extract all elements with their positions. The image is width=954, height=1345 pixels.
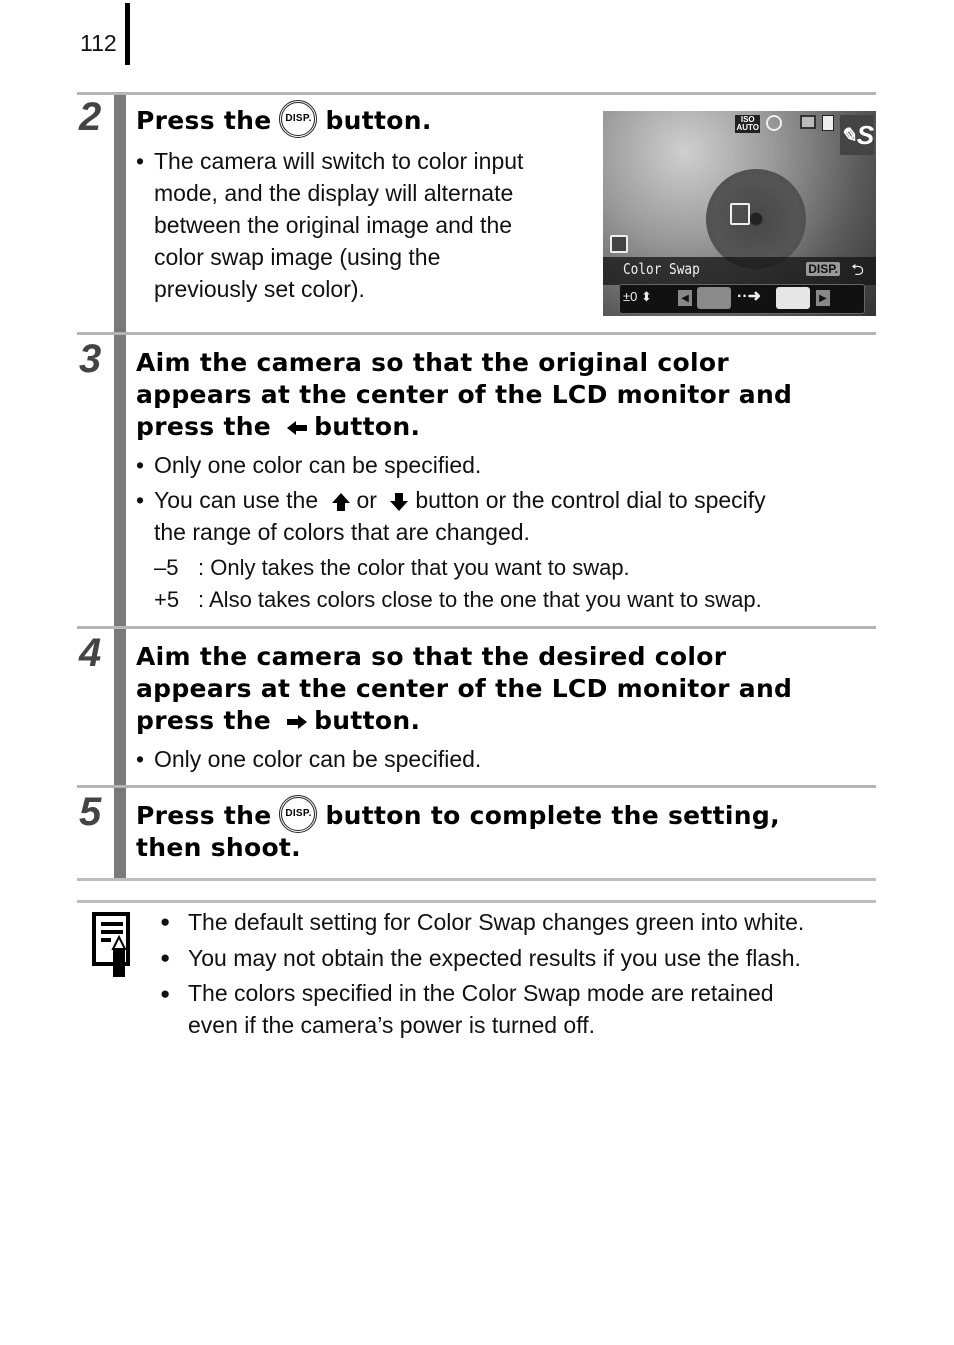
bullet-item: Only one color can be specified. bbox=[136, 449, 876, 481]
color-swap-label: Color Swap bbox=[623, 260, 700, 278]
bullet-line: previously set color). bbox=[154, 276, 365, 302]
range-item-minus: –5: Only takes the color that you want t… bbox=[154, 555, 630, 580]
heading-line: Aim the camera so that the desired color bbox=[136, 642, 727, 671]
section-divider bbox=[77, 878, 876, 881]
return-icon: ⮌ bbox=[851, 262, 864, 279]
memo-note-icon bbox=[92, 912, 130, 977]
camera-orientation-icon bbox=[822, 115, 834, 131]
bullet-line: the range of colors that are changed. bbox=[154, 519, 530, 545]
heading-line: appears at the center of the LCD monitor… bbox=[136, 380, 793, 409]
bullet-item: Only one color can be specified. bbox=[136, 743, 876, 775]
range-item-plus: +5: Also takes colors close to the one t… bbox=[154, 587, 762, 612]
section-divider bbox=[77, 900, 876, 903]
swap-arrow-icon: ··➜ bbox=[737, 288, 762, 305]
heading-line: then shoot. bbox=[136, 833, 301, 862]
page-number: 112 bbox=[80, 30, 117, 56]
note-item: You may not obtain the expected results … bbox=[160, 941, 880, 975]
step-number: 2 bbox=[79, 95, 102, 139]
right-arrow-icon bbox=[287, 715, 308, 729]
note-item: The default setting for Color Swap chang… bbox=[160, 905, 880, 939]
page-number-bar bbox=[125, 3, 130, 65]
left-arrow-button-icon: ◀ bbox=[678, 290, 692, 306]
flower-image bbox=[706, 169, 806, 269]
left-arrow-icon bbox=[287, 421, 308, 435]
step-bar bbox=[114, 335, 126, 630]
center-target-frame bbox=[730, 203, 750, 225]
bullet-item: The camera will switch to color input mo… bbox=[136, 145, 584, 305]
exposure-value: ±0 ⬍ bbox=[623, 289, 652, 304]
disp-tag: DISP. bbox=[806, 262, 840, 276]
bullet-line: mode, and the display will alternate bbox=[154, 180, 514, 206]
heading-line: Aim the camera so that the original colo… bbox=[136, 348, 729, 377]
step-4: 4 Aim the camera so that the desired col… bbox=[77, 626, 876, 789]
original-color-swatch bbox=[697, 287, 731, 309]
step-3: 3 Aim the camera so that the original co… bbox=[77, 332, 876, 630]
flash-off-icon bbox=[766, 115, 782, 131]
single-frame-icon bbox=[800, 115, 816, 129]
step-bar bbox=[114, 629, 126, 789]
step-number: 4 bbox=[79, 631, 102, 675]
note-item: The colors specified in the Color Swap m… bbox=[160, 977, 880, 1041]
metering-icon bbox=[610, 235, 628, 253]
heading-line: appears at the center of the LCD monitor… bbox=[136, 674, 793, 703]
down-arrow-icon bbox=[390, 492, 409, 511]
bullet-line: The camera will switch to color input bbox=[154, 148, 524, 174]
right-arrow-button-icon: ▶ bbox=[816, 290, 830, 306]
heading-text: button. bbox=[325, 106, 432, 135]
step-5: 5 Press the DISP. button to complete the s… bbox=[77, 785, 876, 881]
step-heading: Press the DISP. button to complete the set… bbox=[136, 795, 876, 864]
lcd-screenshot: ISO AUTO ✎ S Color Swap DISP. ⮌ ±0 ⬍ ◀ ··➜… bbox=[603, 111, 876, 316]
heading-line: press the button. bbox=[136, 412, 421, 441]
target-color-swatch bbox=[776, 287, 810, 309]
bullet-line: between the original image and the bbox=[154, 212, 513, 238]
disp-button-icon: DISP. bbox=[279, 100, 318, 138]
disp-button-icon: DISP. bbox=[279, 795, 318, 833]
bullet-item: You can use the or button or the control… bbox=[136, 484, 876, 548]
step-bar bbox=[114, 788, 126, 881]
step-heading: Aim the camera so that the original colo… bbox=[136, 347, 876, 443]
up-down-icon: ⬍ bbox=[641, 289, 652, 304]
step-number: 3 bbox=[79, 337, 102, 381]
heading-line: press the button. bbox=[136, 706, 421, 735]
lcd-status-icons: ISO AUTO ✎ S bbox=[735, 115, 874, 155]
color-swap-mode-icon: ✎ S bbox=[840, 115, 874, 155]
step-number: 5 bbox=[79, 790, 102, 834]
step-heading: Aim the camera so that the desired color… bbox=[136, 641, 876, 737]
notes-list: The default setting for Color Swap chang… bbox=[160, 905, 880, 1043]
bullet-line: color swap image (using the bbox=[154, 244, 441, 270]
heading-text: Press the bbox=[136, 106, 272, 135]
step-bar bbox=[114, 95, 126, 335]
iso-auto-icon: ISO AUTO bbox=[735, 115, 760, 133]
up-arrow-icon bbox=[331, 492, 350, 511]
